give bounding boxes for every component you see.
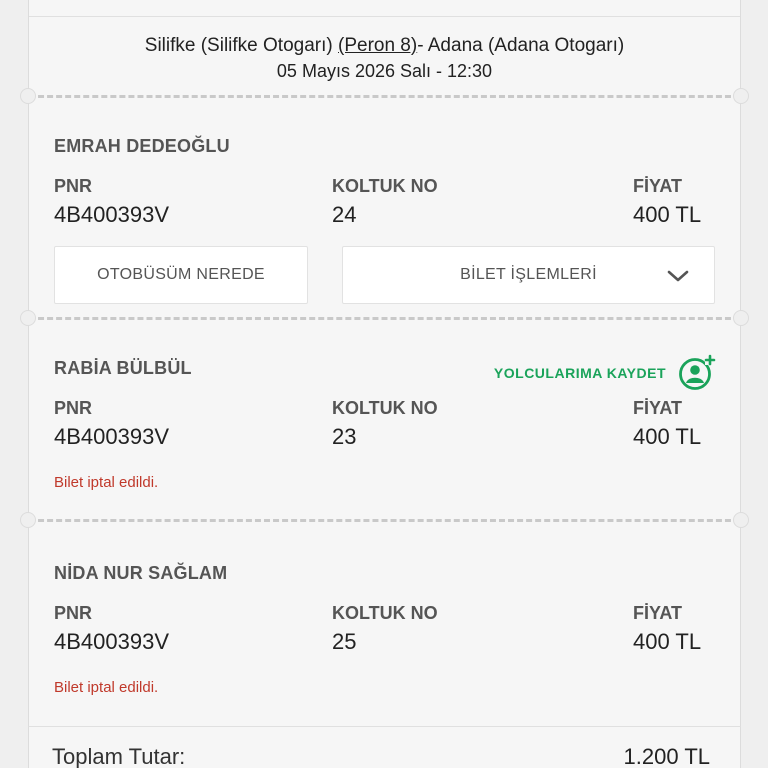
passenger-ticket: NİDA NUR SAĞLAM PNR KOLTUK NO FİYAT 4B40…	[29, 527, 740, 725]
total-value: 1.200 TL	[623, 744, 710, 768]
passenger-name: RABİA BÜLBÜL	[54, 358, 192, 378]
passenger-ticket: RABİA BÜLBÜL YOLCULARIMA KAYDET PNR KOLT…	[29, 322, 740, 518]
passenger-ticket: EMRAH DEDEOĞLU PNR KOLTUK NO FİYAT 4B400…	[29, 100, 740, 318]
ticket-status: Bilet iptal edildi.	[54, 679, 159, 696]
ticket-actions-label: BİLET İŞLEMLERİ	[460, 266, 597, 283]
perforation-notch	[733, 512, 749, 528]
pnr-label: PNR	[54, 603, 93, 623]
route-origin: Silifke (Silifke Otogarı)	[144, 35, 333, 56]
top-strip	[29, 0, 740, 17]
seat-label: KOLTUK NO	[332, 176, 438, 196]
price-value: 400 TL	[633, 202, 702, 227]
ticket-card: Silifke (Silifke Otogarı) (Peron 8)- Ada…	[20, 0, 749, 768]
ticket-actions-dropdown[interactable]: BİLET İŞLEMLERİ	[342, 246, 715, 304]
passenger-name: EMRAH DEDEOĞLU	[54, 136, 230, 156]
price-label: FİYAT	[633, 603, 683, 623]
route-datetime: 05 Mayıs 2026 Salı - 12:30	[276, 61, 493, 81]
save-passenger-label: YOLCULARIMA KAYDET	[493, 365, 666, 381]
pnr-value: 4B400393V	[54, 202, 169, 227]
pnr-value: 4B400393V	[54, 424, 169, 449]
pnr-label: PNR	[54, 176, 93, 196]
total-label: Toplam Tutar:	[52, 744, 186, 768]
route-destination: - Adana (Adana Otogarı)	[417, 35, 625, 56]
seat-value: 25	[332, 629, 357, 654]
where-is-my-bus-button[interactable]: OTOBÜSÜM NEREDE	[54, 246, 308, 304]
save-passenger-button[interactable]: YOLCULARIMA KAYDET	[494, 354, 716, 392]
total-bar: Toplam Tutar: 1.200 TL	[28, 726, 741, 768]
route-line: Silifke (Silifke Otogarı) (Peron 8)- Ada…	[29, 35, 740, 57]
price-value: 400 TL	[633, 629, 702, 654]
price-value: 400 TL	[633, 424, 702, 449]
route-header: Silifke (Silifke Otogarı) (Peron 8)- Ada…	[29, 17, 740, 95]
chevron-down-icon	[667, 270, 689, 282]
perforation-notch	[20, 512, 36, 528]
price-label: FİYAT	[633, 176, 683, 196]
perforation-divider	[29, 95, 740, 98]
seat-label: KOLTUK NO	[332, 603, 438, 623]
add-user-icon	[679, 354, 716, 390]
seat-label: KOLTUK NO	[332, 398, 438, 418]
perforation-divider	[29, 317, 740, 320]
price-label: FİYAT	[633, 398, 683, 418]
route-platform[interactable]: (Peron 8)	[338, 35, 417, 56]
passenger-name: NİDA NUR SAĞLAM	[54, 563, 228, 583]
seat-value: 24	[332, 202, 357, 227]
ticket-status: Bilet iptal edildi.	[54, 474, 159, 491]
perforation-divider	[29, 519, 740, 522]
pnr-value: 4B400393V	[54, 629, 169, 654]
pnr-label: PNR	[54, 398, 93, 418]
seat-value: 23	[332, 424, 357, 449]
